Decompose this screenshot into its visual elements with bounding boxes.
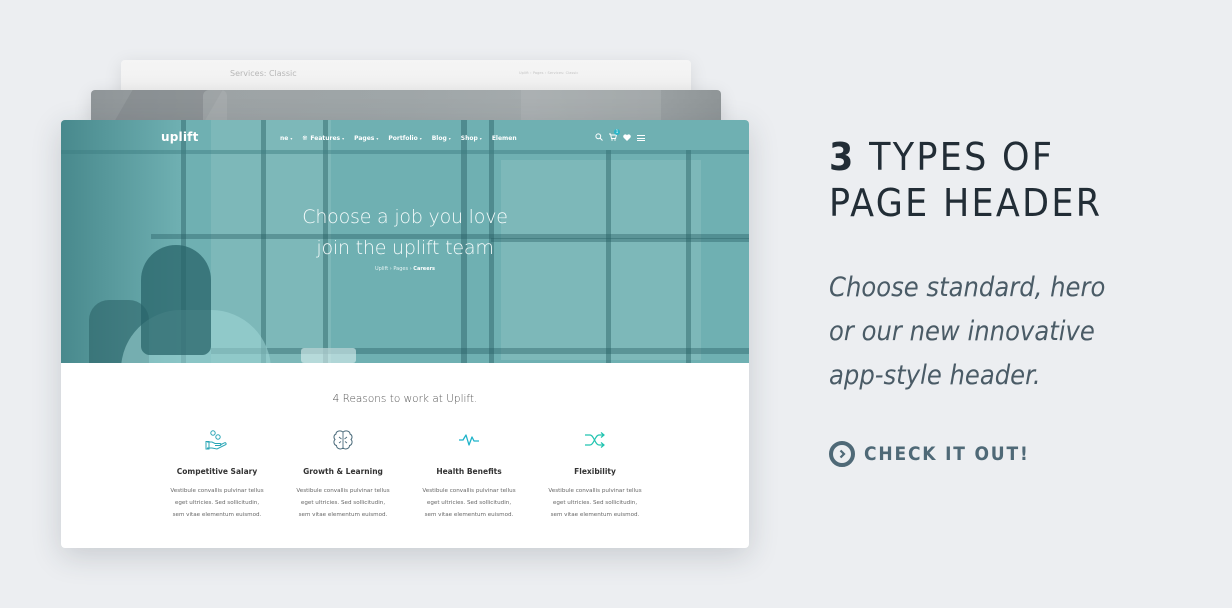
nav-item-label: Features: [310, 135, 341, 142]
feature-title: Competitive Salary: [176, 467, 258, 476]
arrow-right-circle-icon: [829, 441, 855, 467]
subtext-line: Choose standard, hero: [829, 272, 1106, 303]
hero-title-line: join the uplift team: [316, 237, 494, 259]
cta-label: CHECK IT OUT!: [864, 443, 1030, 465]
menu-icon[interactable]: [637, 135, 645, 141]
hand-coins-icon: [154, 426, 280, 454]
site-logo[interactable]: uplift: [161, 130, 199, 144]
shuffle-icon: [532, 426, 658, 454]
check-it-out-button[interactable]: CHECK IT OUT!: [829, 441, 1048, 467]
heart-icon[interactable]: [623, 133, 631, 143]
nav-item-portfolio[interactable]: Portfolio ▾: [388, 135, 421, 142]
subtext-line: or our new innovative: [829, 316, 1095, 347]
nav-item-label: Pages: [354, 135, 375, 142]
feature-description: Vestibule convallis pulvinar tellus eget…: [280, 485, 406, 522]
breadcrumb-item[interactable]: Uplift: [375, 266, 388, 272]
nav-item-pages[interactable]: Pages ▾: [354, 135, 378, 142]
chevron-down-icon: ▾: [376, 136, 379, 141]
standard-header-title: Services: Classic: [230, 69, 297, 78]
feature-description-line: eget ultricies. Sed sollicitudin,: [552, 500, 638, 507]
nav-menu: ne ▾ ⁜ Features ▾ Pages ▾ Portfolio ▾ Bl…: [280, 135, 527, 142]
feature-item: Flexibility Vestibule convallis pulvinar…: [532, 426, 658, 522]
breadcrumb-separator: ›: [409, 266, 412, 272]
pulse-icon: [406, 426, 532, 454]
feature-item: Competitive Salary Vestibule convallis p…: [154, 426, 280, 522]
feature-description-line: Vestibule convallis pulvinar tellus: [296, 488, 390, 494]
breadcrumb-item: Pages: [532, 71, 544, 75]
breadcrumb-separator: ›: [389, 266, 392, 272]
feature-item: Growth & Learning Vestibule convallis pu…: [280, 426, 406, 522]
nav-item-blog[interactable]: Blog ▾: [432, 135, 451, 142]
chevron-down-icon: ▾: [290, 136, 293, 141]
section-title: 4 Reasons to work at Uplift.: [332, 393, 478, 405]
site-navbar: uplift ne ▾ ⁜ Features ▾ Pages ▾ Portfol…: [61, 120, 749, 154]
breadcrumb-item: Services: Classic: [547, 71, 579, 75]
nav-item-shop[interactable]: Shop ▾: [461, 135, 482, 142]
brain-icon: [280, 426, 406, 454]
feature-title: Growth & Learning: [303, 467, 383, 476]
feature-description-line: Vestibule convallis pulvinar tellus: [548, 488, 642, 494]
hero-bg-object: [301, 348, 356, 363]
feature-item: Health Benefits Vestibule convallis pulv…: [406, 426, 532, 522]
feature-description: Vestibule convallis pulvinar tellus eget…: [532, 485, 658, 522]
feature-description-line: eget ultricies. Sed sollicitudin,: [300, 500, 386, 507]
nav-item-elements[interactable]: Elemen: [492, 135, 517, 142]
promo-headline: 3 TYPES OF PAGE HEADER: [829, 134, 1102, 226]
chevron-down-icon: ▾: [448, 136, 451, 141]
nav-icons: 1: [595, 129, 645, 143]
feature-description-line: sem vitae elementum euismod.: [172, 512, 262, 519]
hero-title: Choose a job you love join the uplift te…: [61, 202, 749, 264]
hero-title-line: Choose a job you love: [302, 206, 508, 228]
feature-description-line: sem vitae elementum euismod.: [424, 512, 514, 519]
features-icon: ⁜: [302, 135, 308, 142]
nav-item-label: ne: [280, 135, 289, 142]
nav-item-features[interactable]: ⁜ Features ▾: [302, 135, 344, 142]
feature-title: Flexibility: [574, 467, 616, 476]
headline-number: 3: [829, 135, 856, 179]
breadcrumb-item: Uplift: [519, 71, 529, 75]
nav-item-label: Shop: [460, 135, 478, 142]
headline-text: PAGE HEADER: [829, 181, 1103, 225]
promo-subtext: Choose standard, hero or our new innovat…: [829, 266, 1153, 398]
headline-text: TYPES OF: [869, 135, 1055, 179]
subtext-line: app-style header.: [829, 360, 1041, 391]
hero-bg-frame: [211, 348, 749, 354]
feature-description-line: Vestibule convallis pulvinar tellus: [422, 488, 516, 494]
nav-item-label: Blog: [431, 135, 447, 142]
feature-description: Vestibule convallis pulvinar tellus eget…: [154, 485, 280, 522]
chevron-down-icon: ▾: [419, 136, 422, 141]
feature-description-line: sem vitae elementum euismod.: [550, 512, 640, 519]
feature-description-line: sem vitae elementum euismod.: [298, 512, 388, 519]
standard-header-breadcrumb: Uplift › Pages › Services: Classic: [519, 71, 579, 75]
chevron-down-icon: ▾: [342, 136, 345, 141]
feature-title: Health Benefits: [436, 467, 502, 476]
feature-description-line: Vestibule convallis pulvinar tellus: [170, 488, 264, 494]
breadcrumb-item[interactable]: Pages: [393, 266, 408, 272]
features-row: Competitive Salary Vestibule convallis p…: [154, 426, 658, 522]
cart-count-badge: 1: [614, 129, 620, 135]
nav-item-home[interactable]: ne ▾: [280, 135, 292, 142]
mockup-hero-header: uplift ne ▾ ⁜ Features ▾ Pages ▾ Portfol…: [61, 120, 749, 548]
nav-item-label: Portfolio: [388, 135, 418, 142]
search-icon[interactable]: [595, 133, 603, 143]
hero-breadcrumb: Uplift › Pages › Careers: [61, 266, 749, 272]
feature-description-line: eget ultricies. Sed sollicitudin,: [426, 500, 512, 507]
breadcrumb-current: Careers: [413, 266, 436, 272]
hero-section: uplift ne ▾ ⁜ Features ▾ Pages ▾ Portfol…: [61, 120, 749, 363]
nav-item-label: Elemen: [491, 135, 517, 142]
feature-description-line: eget ultricies. Sed sollicitudin,: [174, 500, 260, 507]
chevron-down-icon: ▾: [479, 136, 482, 141]
cart-icon[interactable]: 1: [609, 129, 620, 143]
feature-description: Vestibule convallis pulvinar tellus eget…: [406, 485, 532, 522]
